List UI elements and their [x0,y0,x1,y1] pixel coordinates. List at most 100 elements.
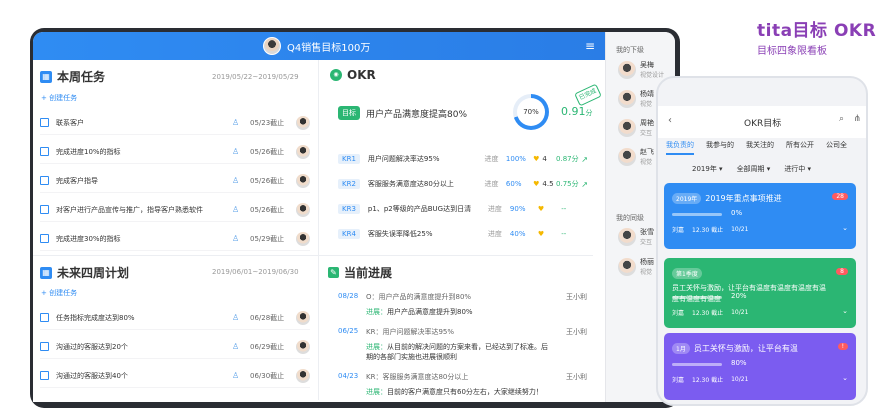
task-checkbox[interactable] [40,147,49,156]
tree-icon[interactable]: ⋔ [853,114,861,124]
progress-note: 进展：从目前的解决问题的方案来看，已经达到了标准。后期的各部门实施也进展很顺利 [366,342,551,362]
people-icon: ♙ [232,371,240,380]
task-row[interactable]: 对客户进行产品宣传与推广，指导客户熟悉软件 ♙ 05/26截止 [40,198,310,222]
person-item[interactable]: 张雪 交互 [618,227,654,246]
phone-tab[interactable]: 我参与的 [706,140,734,155]
phone-tab[interactable]: 公司全 [826,140,847,155]
filter-dropdown[interactable]: 进行中 ▾ [784,164,811,174]
progress-date: 08/28 [338,292,359,300]
task-due: 05/26截止 [250,205,285,214]
card-tag: 1月 [672,343,690,354]
progress-note-text: 目前的客户满意度只有60分左右，大家继续努力！ [387,388,543,396]
phone-tab[interactable]: 所有公开 [786,140,814,155]
create-task-link[interactable]: + 创建任务 [41,288,77,298]
kr-row[interactable]: KR2 客服服务满意度达80分以上 进度 60% ♥ 4.5 0.75分 ↗ [338,172,588,196]
objective-row[interactable]: 目标 用户产品满意度提高80% [338,106,467,120]
filter-dropdown[interactable]: 2019年 ▾ [692,164,723,174]
avatar[interactable] [296,173,310,188]
heart-icon: ♥ [537,230,545,238]
progress-text: KR：客服服务满意度达80分以上 进展：目前的客户满意度只有60分左右，大家继续努… [366,372,551,397]
task-checkbox[interactable] [40,118,49,127]
avatar[interactable] [296,202,310,217]
top-bar: Q4销售目标100万 ≡ [33,32,605,60]
progress-note-text: 用户产品满意度提升到80% [387,308,473,316]
person-role: 交互 [640,239,653,246]
task-checkbox[interactable] [40,234,49,243]
create-task-link[interactable]: + 创建任务 [41,93,77,103]
avatar[interactable] [296,310,310,325]
kr-row[interactable]: KR3 p1、p2等级的产品BUG达到日清 进度 90% ♥ -- [338,197,588,221]
kr-row[interactable]: KR1 用户问题解决率达95% 进度 100% ♥ 4 0.87分 ↗ [338,147,588,171]
task-due: 05/23截止 [250,118,285,127]
task-row[interactable]: 完成进度30%的指标 ♙ 05/29截止 [40,227,310,251]
menu-icon[interactable]: ≡ [585,39,595,53]
person-info: 杨丽 视觉 [640,257,654,276]
avatar[interactable] [263,37,281,55]
progress-item[interactable]: 06/25 KR：用户问题解决率达95% 进展：从目前的解决问题的方案来看，已经达到… [338,327,588,367]
weekly-title: ▦ 本周任务 [40,68,105,85]
card-badge: ! [837,343,848,350]
okr-card[interactable]: 1月 员工关怀与激励，让平台有温! 80% 刘嘉 12.30 截止 10/21 ⌄ [664,333,856,400]
kr-row[interactable]: KR4 客服失误率降低25% 进度 40% ♥ -- [338,222,588,246]
progress-user: 王小利 [566,293,587,301]
okr-card[interactable]: 第1季度 员工关怀与激励，让平台有温度有温度有温度有温度有温度有温度 8 20% 刘嘉 1… [664,258,856,328]
back-icon[interactable]: ‹ [668,115,672,126]
search-icon[interactable]: ⌕ [839,114,844,124]
kr-progress-label: 进度 [487,230,502,238]
heart-icon: ♥ [533,155,540,163]
card-owner: 刘嘉 [672,227,685,234]
kr-label: 客服服务满意度达80分以上 [367,180,454,188]
kr-label: p1、p2等级的产品BUG达到日清 [367,205,472,213]
person-item[interactable]: 赵飞 视觉 [618,147,654,166]
chevron-down-icon[interactable]: ⌄ [842,307,848,315]
card-header: 第1季度 员工关怀与激励，让平台有温度有温度有温度有温度有温度有温度 [672,268,832,305]
progress-user: 王小利 [566,373,587,381]
person-item[interactable]: 吴梅 视觉设计 [618,60,664,79]
avatar[interactable] [296,231,310,246]
phone-tab[interactable]: 我关注的 [746,140,774,155]
future-date: 2019/06/01~2019/06/30 [212,268,299,276]
task-checkbox[interactable] [40,313,49,322]
task-checkbox[interactable] [40,176,49,185]
avatar[interactable] [296,339,310,354]
okr-card[interactable]: 2019年 2019年重点事项推进 28 0% 刘嘉 12.30 截止 10/21 ⌄ [664,183,856,249]
task-row[interactable]: 完成进度10%的指标 ♙ 05/26截止 [40,140,310,164]
card-tasks: 10/21 [731,226,749,233]
person-name: 杨靖 [640,90,654,98]
chevron-down-icon[interactable]: ⌄ [842,224,848,232]
task-row[interactable]: 沟通过的客服达到20个 ♙ 06/29截止 [40,335,310,359]
task-checkbox[interactable] [40,205,49,214]
avatar[interactable] [296,368,310,383]
person-item[interactable]: 周艳 交互 [618,118,654,137]
task-due: 06/29截止 [250,342,285,351]
card-title: 2019年重点事项推进 [705,194,782,203]
task-row[interactable]: 任务指标完成度达到80% ♙ 06/28截止 [40,306,310,330]
phone-tab[interactable]: 我负责的 [666,140,694,155]
people-icon: ♙ [232,176,240,185]
card-footer: 刘嘉 12.30 截止 10/21 [672,225,748,234]
card-owner: 刘嘉 [672,377,685,384]
task-checkbox[interactable] [40,342,49,351]
task-checkbox[interactable] [40,371,49,380]
avatar[interactable] [296,144,310,159]
progress-item[interactable]: 08/28 O：用户产品的满意度提升到80% 进展：用户产品满意度提升到80% 王小利 [338,292,588,332]
task-row[interactable]: 完成客户指导 ♙ 05/26截止 [40,169,310,193]
person-item[interactable]: 杨丽 视觉 [618,257,654,276]
filter-dropdown[interactable]: 全部周期 ▾ [737,164,771,174]
chevron-down-icon[interactable]: ⌄ [842,374,848,382]
progress-item[interactable]: 04/23 KR：客服服务满意度达80分以上 进展：目前的客户满意度只有60分左右，… [338,372,588,412]
objective-tag: 目标 [338,106,360,120]
progress-date: 06/25 [338,327,359,335]
person-item[interactable]: 杨靖 视觉 [618,89,654,108]
avatar [618,257,636,276]
brand-title: tita目标 OKR [757,21,877,41]
task-label: 联系客户 [56,118,84,127]
page-title: Q4销售目标100万 [287,42,371,54]
task-row[interactable]: 沟通过的客服达到40个 ♙ 06/30截止 [40,364,310,388]
progress-note-label: 进展： [366,343,387,351]
avatar[interactable] [296,115,310,130]
task-row[interactable]: 联系客户 ♙ 05/23截止 [40,111,310,135]
task-label: 沟通过的客服达到20个 [56,342,128,351]
objective-label: 用户产品满意度提高80% [366,109,468,120]
progress-text: O：用户产品的满意度提升到80% 进展：用户产品满意度提升到80% [366,292,551,317]
